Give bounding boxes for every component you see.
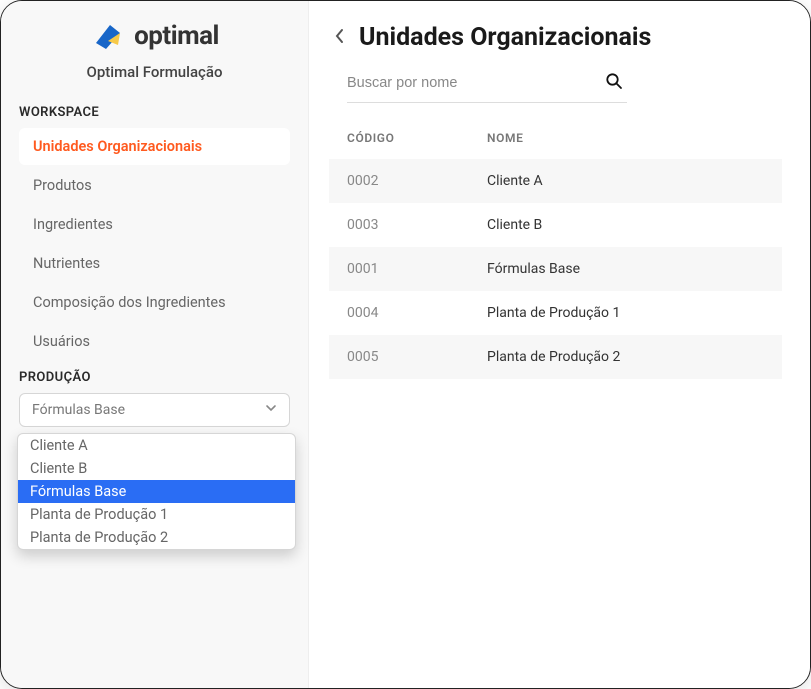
data-table: CÓDIGO NOME 0002Cliente A0003Cliente B00… — [329, 117, 782, 379]
brand-subtitle: Optimal Formulação — [15, 63, 294, 81]
table-row[interactable]: 0002Cliente A — [329, 159, 782, 203]
page-title: Unidades Organizacionais — [359, 23, 651, 52]
section-label-workspace: WORKSPACE — [19, 105, 290, 120]
cell-name: Planta de Produção 1 — [469, 291, 782, 335]
cell-code: 0004 — [329, 291, 469, 335]
back-chevron-icon[interactable] — [329, 24, 351, 52]
search-icon[interactable] — [601, 68, 627, 98]
table-row[interactable]: 0001Fórmulas Base — [329, 247, 782, 291]
dropdown-option[interactable]: Cliente A — [18, 434, 295, 457]
main-content: Unidades Organizacionais CÓDIGO NOME 000… — [309, 1, 810, 688]
col-header-name: NOME — [469, 117, 782, 159]
cell-code: 0001 — [329, 247, 469, 291]
col-header-code: CÓDIGO — [329, 117, 469, 159]
unit-select-value: Fórmulas Base — [32, 402, 125, 418]
nav-item-composicao[interactable]: Composição dos Ingredientes — [19, 284, 290, 321]
sidebar: optimal Optimal Formulação WORKSPACE Uni… — [1, 1, 309, 688]
dropdown-option[interactable]: Planta de Produção 2 — [18, 526, 295, 549]
page-header: Unidades Organizacionais — [329, 23, 782, 52]
unit-select-dropdown: Cliente ACliente BFórmulas BasePlanta de… — [17, 433, 296, 550]
chevron-down-icon — [265, 402, 277, 418]
brand-icon — [90, 19, 124, 53]
dropdown-option[interactable]: Cliente B — [18, 457, 295, 480]
nav-item-nutrientes[interactable]: Nutrientes — [19, 245, 290, 282]
table-row[interactable]: 0003Cliente B — [329, 203, 782, 247]
cell-code: 0002 — [329, 159, 469, 203]
search-bar — [347, 68, 627, 103]
nav-item-ingredientes[interactable]: Ingredientes — [19, 206, 290, 243]
table-row[interactable]: 0004Planta de Produção 1 — [329, 291, 782, 335]
cell-code: 0005 — [329, 335, 469, 379]
search-input[interactable] — [347, 69, 601, 97]
nav-item-unidades[interactable]: Unidades Organizacionais — [19, 128, 290, 165]
brand-name: optimal — [134, 21, 219, 51]
nav-item-produtos[interactable]: Produtos — [19, 167, 290, 204]
cell-code: 0003 — [329, 203, 469, 247]
section-label-producao: PRODUÇÃO — [19, 370, 290, 385]
cell-name: Cliente A — [469, 159, 782, 203]
cell-name: Planta de Produção 2 — [469, 335, 782, 379]
app-window: optimal Optimal Formulação WORKSPACE Uni… — [0, 0, 811, 689]
dropdown-option[interactable]: Fórmulas Base — [18, 480, 295, 503]
nav-list-workspace: Unidades Organizacionais Produtos Ingred… — [15, 128, 294, 360]
cell-name: Cliente B — [469, 203, 782, 247]
unit-select[interactable]: Fórmulas Base Cliente ACliente BFórmulas… — [19, 393, 290, 427]
nav-item-usuarios[interactable]: Usuários — [19, 323, 290, 360]
table-row[interactable]: 0005Planta de Produção 2 — [329, 335, 782, 379]
dropdown-option[interactable]: Planta de Produção 1 — [18, 503, 295, 526]
unit-select-display[interactable]: Fórmulas Base — [19, 393, 290, 427]
cell-name: Fórmulas Base — [469, 247, 782, 291]
brand-logo: optimal — [15, 19, 294, 53]
